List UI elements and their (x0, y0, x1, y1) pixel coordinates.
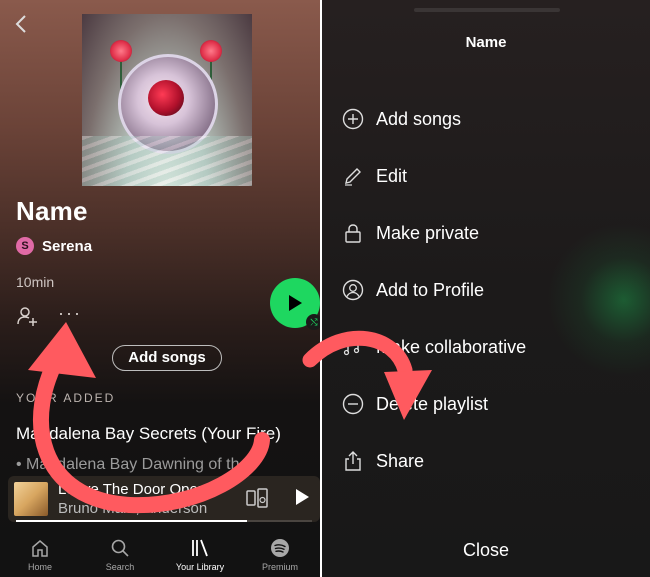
menu-add-songs[interactable]: Add songs (342, 108, 461, 130)
menu-delete-playlist-label: Delete playlist (376, 393, 489, 414)
menu-make-collaborative-label: Make collaborative (376, 336, 527, 357)
share-icon (342, 450, 364, 472)
menu-add-to-profile[interactable]: Add to Profile (342, 279, 484, 301)
more-options-button[interactable]: ··· (58, 303, 82, 324)
mini-player[interactable]: Leave The Door Open Bruno Mars, Anderson (8, 476, 320, 522)
library-icon (192, 539, 208, 557)
menu-make-private-label: Make private (376, 222, 480, 243)
now-playing-artist: Bruno Mars, Anderson (58, 500, 208, 517)
minus-circle-icon (342, 393, 364, 415)
play-icon (289, 295, 302, 311)
owner-name: Serena (42, 237, 93, 255)
playback-progress[interactable] (16, 520, 312, 522)
close-button[interactable]: Close (322, 540, 650, 561)
menu-share-label: Share (376, 450, 425, 471)
nav-premium-label: Premium (261, 562, 298, 572)
section-label: YOUR ADDED (16, 391, 116, 405)
add-collaborator-button[interactable] (16, 305, 38, 327)
sheet-grab-handle[interactable] (414, 8, 560, 12)
nav-home-label: Home (27, 562, 52, 572)
nav-search-label: Search (105, 562, 135, 572)
lock-icon (342, 222, 364, 244)
music-note-icon (342, 336, 364, 358)
sheet-title: Name (465, 34, 507, 51)
nav-library-label: Your Library (175, 562, 225, 572)
playlist-options-sheet: Name Add songs Edit Make private Add to … (322, 0, 650, 577)
add-user-icon (17, 307, 37, 326)
chevron-left-icon (15, 15, 26, 33)
menu-add-songs-label: Add songs (376, 108, 462, 129)
menu-make-collaborative[interactable]: Make collaborative (342, 336, 526, 358)
playlist-title: Name (16, 196, 88, 226)
add-songs-button[interactable]: Add songs (112, 345, 222, 371)
playlist-screen: Name S Serena 10min ··· ⤭ Add songs YOUR… (0, 0, 320, 577)
connect-device-button[interactable] (246, 487, 268, 509)
bottom-nav: Home Search Your Library Premium (0, 528, 320, 577)
nav-premium[interactable]: Premium (240, 528, 320, 577)
playlist-cover-art (82, 14, 252, 186)
track-subtitle[interactable]: • Magdalena Bay Dawning of the (16, 456, 248, 474)
menu-delete-playlist[interactable]: Delete playlist (342, 393, 488, 415)
home-icon (32, 540, 48, 557)
now-playing-art (14, 482, 48, 516)
menu-edit[interactable]: Edit (342, 165, 407, 187)
nav-home[interactable]: Home (0, 528, 80, 577)
menu-make-private[interactable]: Make private (342, 222, 479, 244)
menu-add-to-profile-label: Add to Profile (376, 279, 485, 300)
search-icon (111, 539, 129, 557)
menu-edit-label: Edit (376, 165, 408, 186)
nav-library[interactable]: Your Library (160, 528, 240, 577)
back-button[interactable] (14, 14, 34, 38)
playlist-owner[interactable]: S Serena (16, 237, 92, 255)
profile-icon (342, 279, 364, 301)
play-icon (296, 489, 309, 505)
mini-play-button[interactable] (294, 488, 312, 508)
devices-icon (246, 488, 268, 508)
pencil-icon (342, 165, 364, 187)
menu-share[interactable]: Share (342, 450, 424, 472)
avatar: S (16, 237, 34, 255)
nav-search[interactable]: Search (80, 528, 160, 577)
playlist-duration: 10min (16, 274, 55, 290)
plus-circle-icon (342, 108, 364, 130)
shuffle-icon[interactable]: ⤭ (306, 314, 320, 330)
spotify-icon (271, 539, 289, 557)
track-title[interactable]: Magdalena Bay Secrets (Your Fire) (16, 424, 281, 444)
now-playing-title: Leave The Door Open (58, 481, 207, 498)
